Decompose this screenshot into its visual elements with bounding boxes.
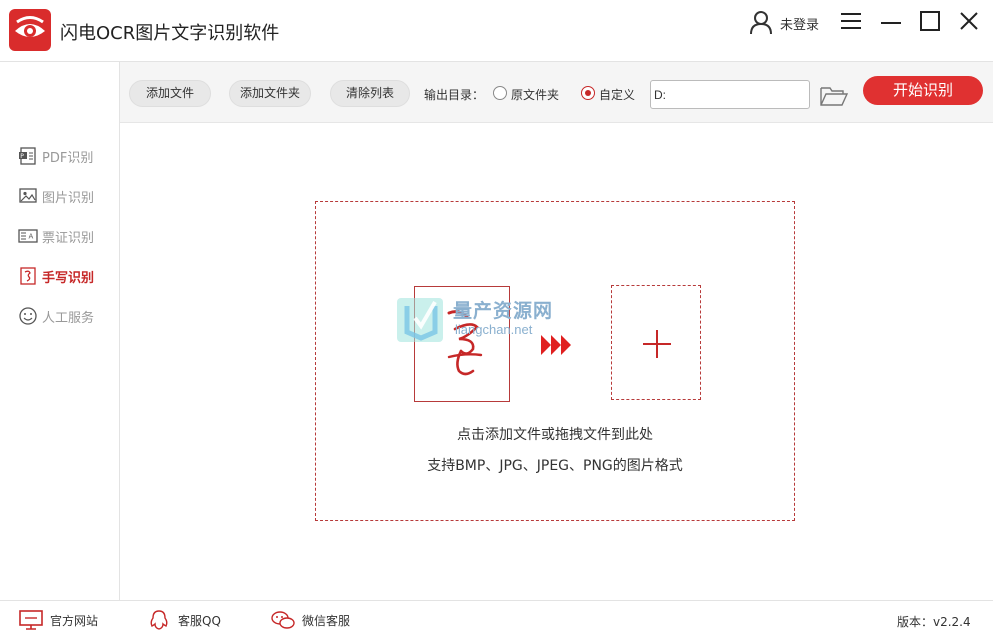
- radio-original-label[interactable]: 原文件夹: [511, 86, 559, 103]
- official-site-link[interactable]: 官方网站: [18, 609, 98, 631]
- add-folder-button[interactable]: 添加文件夹: [229, 80, 311, 107]
- sidebar-item-label: 图片识别: [42, 190, 95, 206]
- watermark-logo-icon: [397, 298, 443, 342]
- wechat-icon: [271, 611, 295, 629]
- radio-custom-label[interactable]: 自定义: [599, 86, 635, 103]
- output-path-input[interactable]: [650, 80, 810, 109]
- qq-service-label: 客服QQ: [178, 613, 221, 628]
- smiley-icon: [19, 307, 37, 325]
- handwriting-icon: [20, 267, 36, 285]
- pdf-icon: P: [19, 147, 36, 165]
- svg-text:P: P: [20, 153, 24, 160]
- sidebar-item-label: PDF识别: [42, 150, 94, 166]
- qq-service-link[interactable]: 客服QQ: [146, 609, 221, 631]
- sidebar-item-manual-service[interactable]: 人工服务: [18, 304, 114, 328]
- watermark-text: 量产资源网: [453, 300, 554, 322]
- svg-text:A: A: [29, 233, 34, 241]
- watermark-domain: liangchan.net: [455, 322, 533, 337]
- add-file-button[interactable]: 添加文件: [129, 80, 211, 107]
- user-icon[interactable]: [748, 9, 774, 35]
- bottom-bar: 官方网站 客服QQ 微信客服 版本：v2.2.4: [0, 600, 993, 637]
- toolbar: 添加文件 添加文件夹 清除列表 输出目录： 原文件夹 自定义 开始识别: [120, 62, 993, 123]
- folder-open-icon[interactable]: [819, 82, 849, 108]
- output-dir-label: 输出目录：: [424, 88, 485, 102]
- radio-original-folder[interactable]: [493, 86, 507, 100]
- image-icon: [19, 188, 37, 203]
- app-logo-icon: [9, 9, 51, 51]
- login-status-link[interactable]: 未登录: [780, 14, 819, 33]
- sidebar: P PDF识别 图片识别 A 票证识别 手写识别 人工服务: [0, 62, 120, 600]
- file-drop-zone[interactable]: 点击添加文件或拖拽文件到此处 支持BMP、JPG、JPEG、PNG的图片格式: [315, 201, 795, 521]
- app-title: 闪电OCR图片文字识别软件: [60, 23, 280, 44]
- radio-custom-folder[interactable]: [581, 86, 595, 100]
- close-icon[interactable]: [958, 10, 980, 32]
- menu-icon[interactable]: [840, 11, 862, 31]
- plus-icon: [643, 330, 671, 358]
- sidebar-item-pdf[interactable]: P PDF识别: [18, 144, 114, 168]
- sidebar-item-label: 手写识别: [42, 270, 95, 286]
- version-label: 版本：v2.2.4: [897, 615, 971, 629]
- sidebar-item-label: 票证识别: [42, 230, 95, 246]
- drop-hint-text: 点击添加文件或拖拽文件到此处: [457, 427, 653, 443]
- supported-formats-text: 支持BMP、JPG、JPEG、PNG的图片格式: [427, 458, 683, 474]
- title-bar: 闪电OCR图片文字识别软件 未登录: [0, 0, 993, 62]
- monitor-icon: [19, 610, 43, 630]
- sidebar-item-ticket[interactable]: A 票证识别: [18, 224, 114, 248]
- add-file-box[interactable]: [611, 285, 701, 400]
- maximize-icon[interactable]: [919, 10, 941, 32]
- watermark: 量产资源网 liangchan.net: [395, 292, 605, 348]
- sidebar-item-image[interactable]: 图片识别: [18, 184, 114, 208]
- wechat-service-label: 微信客服: [302, 613, 351, 628]
- qq-penguin-icon: [150, 610, 168, 630]
- wechat-service-link[interactable]: 微信客服: [270, 609, 350, 631]
- clear-list-button[interactable]: 清除列表: [330, 80, 410, 107]
- official-site-label: 官方网站: [50, 613, 99, 628]
- id-card-icon: A: [18, 229, 38, 243]
- start-recognition-button[interactable]: 开始识别: [863, 76, 983, 105]
- sidebar-item-label: 人工服务: [42, 310, 95, 326]
- sidebar-item-handwriting[interactable]: 手写识别: [18, 264, 114, 288]
- minimize-icon[interactable]: [880, 12, 902, 32]
